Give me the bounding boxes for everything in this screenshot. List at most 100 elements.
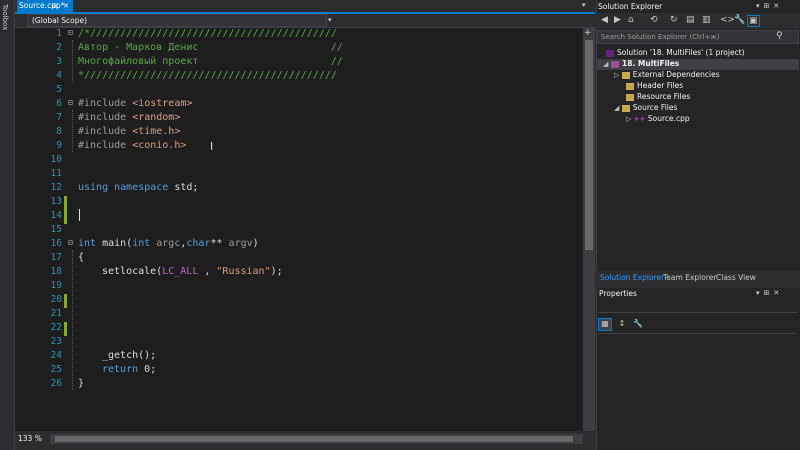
chevron-down-icon[interactable]: ▾ [328, 14, 332, 27]
tree-item-label: Resource Files [637, 92, 691, 101]
line-number: 23 [50, 336, 62, 347]
keyword: int [78, 238, 97, 249]
code-line-16: int main(int argc,char** argv) [78, 238, 259, 249]
properties-object-selector[interactable] [598, 301, 797, 313]
code-line-2: Автор - Марков Денис // [78, 42, 343, 53]
panel-window-buttons[interactable]: ▾⊞✕ [756, 289, 783, 297]
panel-window-buttons[interactable]: ▾⊞✕ [756, 0, 783, 13]
code-text: ) [252, 238, 259, 249]
code-line-1: /*//////////////////////////////////////… [78, 28, 337, 39]
close-icon[interactable]: ✕ [773, 2, 783, 10]
dropdown-icon[interactable]: ▾ [756, 289, 764, 297]
filter-folder-icon [626, 93, 634, 101]
show-all-files-icon[interactable]: ▥ [702, 15, 711, 25]
split-window-icon[interactable]: + [584, 28, 592, 38]
include-path: <time.h> [132, 126, 181, 137]
code-line-9: #include <conio.h> [78, 140, 186, 151]
code-line-7: #include <random> [78, 112, 180, 123]
forward-icon[interactable]: ▶ [614, 15, 621, 25]
line-number: 7 [56, 112, 62, 123]
expanded-arrow-icon[interactable]: ◢ [603, 60, 608, 68]
tree-item-header-files[interactable]: Header Files [626, 81, 683, 90]
line-number: 24 [50, 350, 62, 361]
collapse-icon[interactable]: ⊟ [68, 28, 73, 37]
code-editor[interactable] [15, 28, 583, 431]
tab-overflow-icon[interactable]: ▾ [582, 1, 586, 9]
tree-item-external-dependencies[interactable]: ▷ External Dependencies [614, 70, 720, 79]
folder-icon [621, 71, 630, 79]
horizontal-scrollbar-thumb[interactable] [55, 436, 573, 442]
properties-wrench-icon[interactable]: 🔧 [734, 15, 745, 25]
pin-icon[interactable]: ⊞ [764, 289, 774, 297]
line-number: 20 [50, 294, 62, 305]
line-number: 25 [50, 364, 62, 375]
home-icon[interactable]: ⌂ [628, 15, 634, 25]
collapse-icon[interactable]: ⊟ [68, 98, 73, 107]
parameter: argc [150, 238, 181, 249]
preprocessor: #include [78, 140, 133, 151]
categorized-icon[interactable]: ▦ [598, 318, 612, 331]
refresh-icon[interactable]: ↻ [670, 15, 678, 25]
tab-class-view[interactable]: Class View [716, 273, 756, 282]
code-line-3: Многофайловый проект // [78, 56, 343, 67]
close-icon[interactable]: ✕ [63, 0, 69, 12]
expanded-arrow-icon[interactable]: ◢ [614, 104, 619, 112]
tree-item-resource-files[interactable]: Resource Files [626, 92, 690, 101]
pin-icon[interactable]: ⊞ [52, 0, 58, 12]
change-marker [64, 322, 67, 336]
code-line-8: #include <time.h> [78, 126, 180, 137]
collapse-icon[interactable]: ⊟ [68, 238, 73, 247]
include-path: <iostream> [132, 98, 193, 109]
document-tab-bar [15, 0, 595, 12]
scope-dropdown[interactable]: (Global Scope) [27, 14, 327, 27]
code-line-12: using namespace std; [78, 182, 198, 193]
tree-item-project[interactable]: ◢ 18. MultiFiles [603, 59, 679, 68]
tab-team-explorer[interactable]: Team Explorer [663, 273, 716, 282]
tab-solution-explorer[interactable]: Solution Explorer [600, 273, 664, 282]
collapsed-arrow-icon[interactable]: ▷ [614, 71, 619, 79]
preview-selected-icon[interactable]: ▣ [747, 15, 760, 27]
alphabetical-icon[interactable]: ↕ [616, 319, 628, 330]
dropdown-icon[interactable]: ▾ [756, 2, 764, 10]
line-number: 12 [50, 182, 62, 193]
line-number: 1 [56, 28, 62, 39]
keyword: using [78, 182, 109, 193]
tree-item-source-cpp[interactable]: ▷ ++ Source.cpp [626, 114, 690, 123]
code-text: _getch(); [102, 350, 157, 361]
filter-folder-icon [621, 104, 630, 112]
toolbox-strip[interactable]: Toolbox [0, 0, 15, 450]
tree-item-solution[interactable]: Solution '18. MultiFiles' (1 project) [606, 48, 745, 57]
line-number: 19 [50, 280, 62, 291]
outline-guide [72, 250, 73, 390]
property-pages-icon[interactable]: 🔧 [632, 319, 644, 330]
line-number: 22 [50, 322, 62, 333]
tree-item-label: Source.cpp [647, 114, 690, 123]
zoom-level-dropdown[interactable]: 133 % [18, 433, 48, 445]
line-number: 18 [50, 266, 62, 277]
back-icon[interactable]: ◀ [601, 15, 608, 25]
properties-toolbar: ▦ ↕ 🔧 [598, 318, 648, 331]
comment: Автор - Марков Денис // [78, 42, 343, 53]
toolbox-label[interactable]: Toolbox [1, 4, 9, 30]
macro: LC_ALL [162, 266, 199, 277]
tree-item-source-files[interactable]: ◢ Source Files [614, 103, 677, 112]
line-number: 17 [50, 252, 62, 263]
close-icon[interactable]: ✕ [773, 289, 783, 297]
code-line-25: return 0; [102, 364, 156, 375]
comment: /*//////////////////////////////////////… [78, 28, 337, 39]
vertical-scrollbar-thumb[interactable] [585, 40, 593, 250]
line-number: 14 [50, 210, 62, 221]
solution-explorer-search-input[interactable]: Search Solution Explorer (Ctrl+ж) [597, 30, 799, 44]
collapsed-arrow-icon[interactable]: ▷ [626, 115, 631, 123]
preprocessor: #include [78, 112, 133, 123]
sync-icon[interactable]: ⟲ [650, 15, 658, 25]
pin-icon[interactable]: ⊞ [764, 2, 774, 10]
preprocessor: #include [78, 98, 133, 109]
line-number: 8 [56, 126, 62, 137]
collapse-all-icon[interactable]: ▤ [686, 15, 695, 25]
ibeam-cursor-icon: I [210, 140, 214, 153]
search-icon[interactable]: ⚲ [776, 31, 783, 41]
view-code-icon[interactable]: <> [720, 15, 735, 25]
code-text: ** [210, 238, 229, 249]
code-text: std; [168, 182, 199, 193]
